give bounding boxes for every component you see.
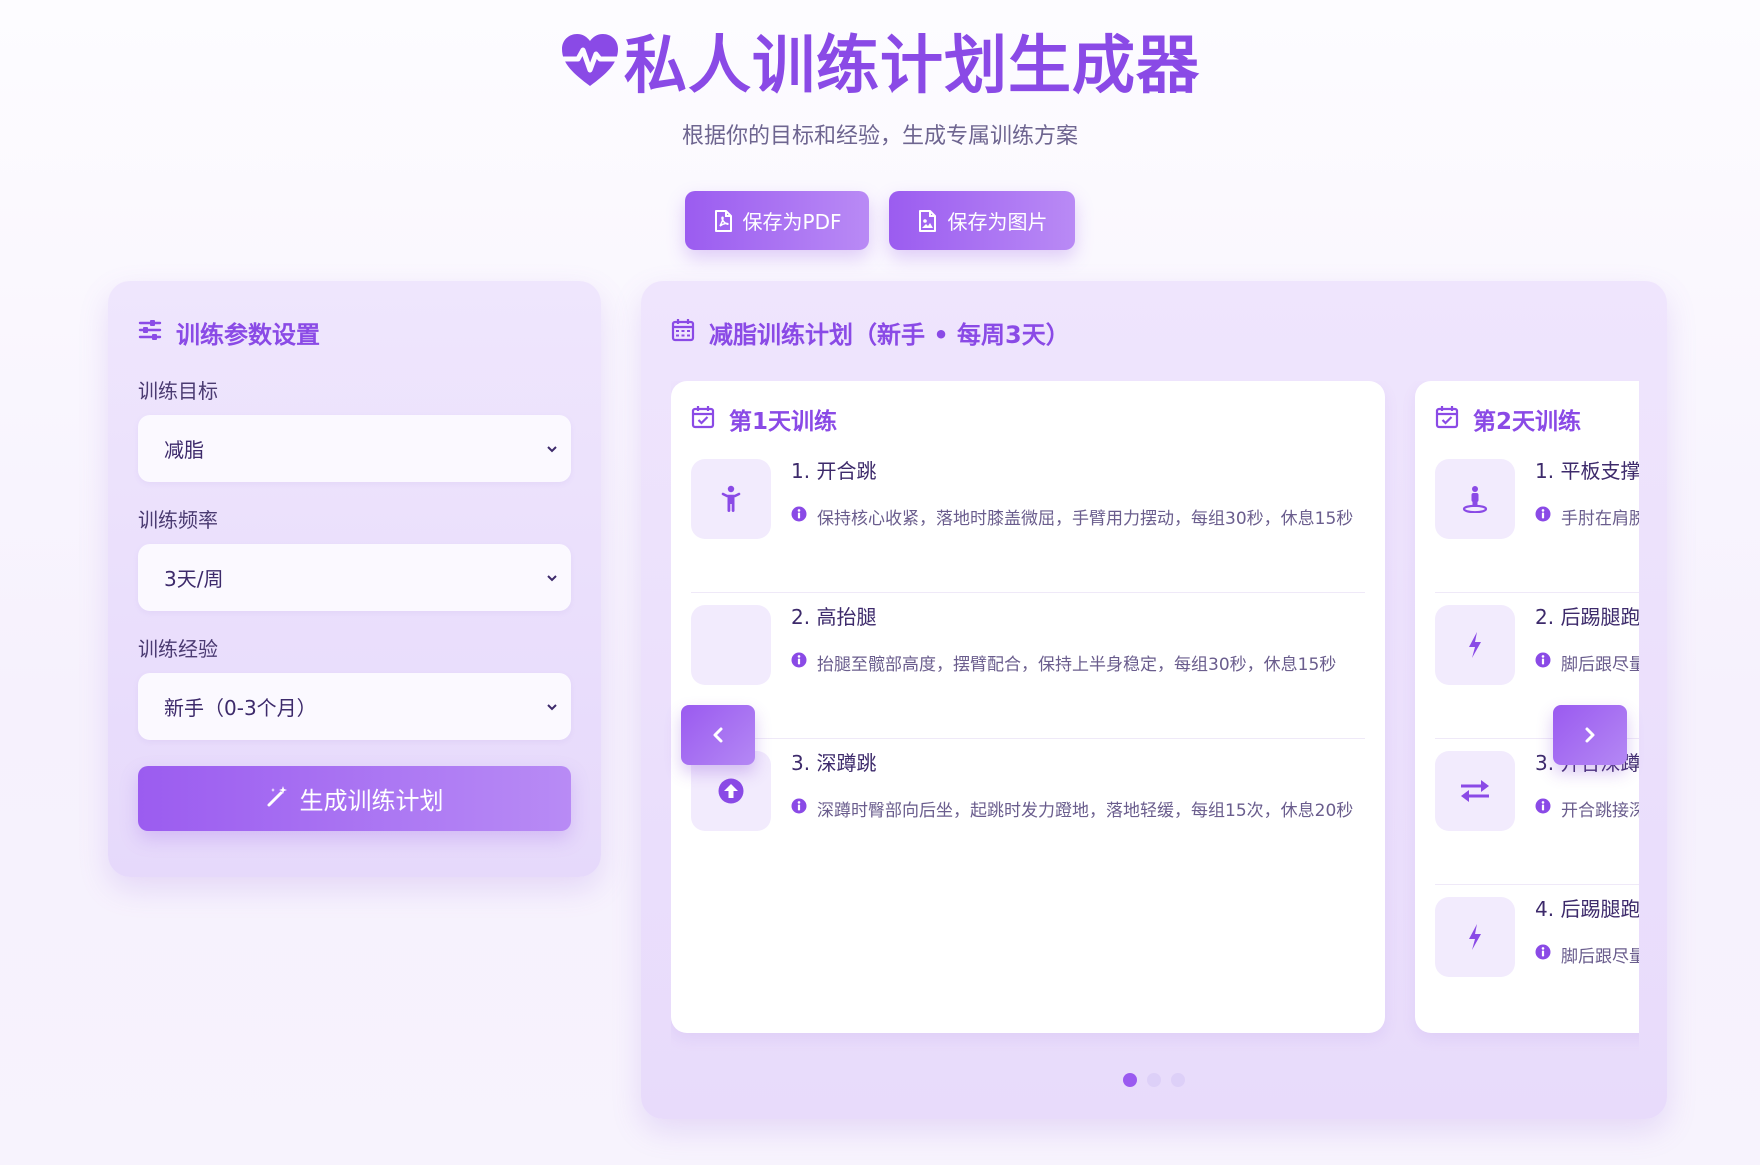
bolt-icon xyxy=(1435,897,1515,977)
frequency-label: 训练频率 xyxy=(138,508,218,532)
exercise-item: 1. 平板支撑 手肘在肩膀 xyxy=(1435,447,1639,593)
sliders-icon xyxy=(138,319,162,345)
pagination-dot[interactable] xyxy=(1171,1073,1185,1087)
info-circle-icon xyxy=(1535,944,1551,965)
save-image-button[interactable]: 保存为图片 xyxy=(889,191,1076,250)
chevron-down-icon xyxy=(547,703,557,710)
exercise-tip: 开合跳接深 xyxy=(1535,796,1639,821)
plan-header: 减脂训练计划（新手 • 每周3天） xyxy=(671,311,1637,353)
pagination-dot[interactable] xyxy=(1147,1073,1161,1087)
bolt-icon xyxy=(1435,605,1515,685)
page-subtitle: 根据你的目标和经验，生成专属训练方案 xyxy=(681,124,1078,149)
save-image-label: 保存为图片 xyxy=(947,210,1048,234)
day-title: 第2天训练 xyxy=(1473,409,1582,435)
info-circle-icon xyxy=(1535,798,1551,819)
pagination-dot[interactable] xyxy=(1123,1073,1137,1087)
exercise-icon-placeholder xyxy=(691,605,771,685)
exercise-tip: 手肘在肩膀 xyxy=(1535,504,1639,529)
frequency-select[interactable]: 3天/周 xyxy=(138,544,571,611)
calendar-icon xyxy=(671,318,695,346)
day-title: 第1天训练 xyxy=(729,409,838,435)
info-circle-icon xyxy=(791,652,807,673)
carousel-pagination xyxy=(641,1073,1667,1087)
goal-select[interactable]: 减脂 xyxy=(138,415,571,482)
day-header: 第1天训练 xyxy=(691,401,1365,437)
save-pdf-label: 保存为PDF xyxy=(742,210,842,234)
exercise-tip-text: 脚后跟尽量 xyxy=(1561,655,1639,675)
file-pdf-icon xyxy=(713,209,733,232)
exercise-name: 4. 后踢腿跑 xyxy=(1535,897,1639,921)
magic-wand-icon xyxy=(266,784,290,814)
info-circle-icon xyxy=(791,798,807,819)
exercise-tip: 保持核心收紧，落地时膝盖微屈，手臂用力摆动，每组30秒，休息15秒 xyxy=(791,504,1353,529)
goal-selected-value: 减脂 xyxy=(164,438,204,462)
calendar-check-icon xyxy=(691,405,715,433)
page-header: 私人训练计划生成器 根据你的目标和经验，生成专属训练方案 xyxy=(0,22,1760,150)
exercise-item: 1. 开合跳 保持核心收紧，落地时膝盖微屈，手臂用力摆动，每组30秒，休息15秒 xyxy=(691,447,1365,593)
exercise-tip: 深蹲时臀部向后坐，起跳时发力蹬地，落地轻缓，每组15次，休息20秒 xyxy=(791,796,1353,821)
exercise-name: 1. 开合跳 xyxy=(791,459,877,483)
exercise-tip: 脚后跟尽量 xyxy=(1535,942,1639,967)
day-header: 第2天训练 xyxy=(1435,401,1639,437)
file-image-icon xyxy=(917,209,937,232)
exercise-name: 3. 深蹲跳 xyxy=(791,751,877,775)
exercise-item: 4. 后踢腿跑 脚后跟尽量 xyxy=(1435,885,1639,1031)
chevron-down-icon xyxy=(547,445,557,452)
exercise-tip-text: 开合跳接深 xyxy=(1561,801,1639,821)
plan-title: 减脂训练计划（新手 • 每周3天） xyxy=(709,320,1070,349)
plan-panel: 减脂训练计划（新手 • 每周3天） 第1天训练 1. 开合跳 保持核心收紧，落地… xyxy=(641,281,1667,1119)
chevron-right-icon xyxy=(1585,727,1595,743)
heartbeat-icon xyxy=(560,32,620,88)
frequency-selected-value: 3天/周 xyxy=(164,567,224,591)
exercise-tip-text: 深蹲时臀部向后坐，起跳时发力蹬地，落地轻缓，每组15次，休息20秒 xyxy=(817,801,1354,821)
page-title: 私人训练计划生成器 xyxy=(624,28,1200,102)
exercise-tip: 脚后跟尽量 xyxy=(1535,650,1639,675)
experience-selected-value: 新手（0-3个月） xyxy=(164,696,317,720)
export-actions: 保存为PDF 保存为图片 xyxy=(0,191,1760,250)
settings-title: 训练参数设置 xyxy=(176,320,320,349)
exercise-name: 1. 平板支撑 xyxy=(1535,459,1639,483)
calendar-check-icon xyxy=(1435,405,1459,433)
person-icon xyxy=(691,459,771,539)
generate-plan-label: 生成训练计划 xyxy=(299,787,444,815)
info-circle-icon xyxy=(1535,652,1551,673)
exercise-item: 3. 深蹲跳 深蹲时臀部向后坐，起跳时发力蹬地，落地轻缓，每组15次，休息20秒 xyxy=(691,739,1365,885)
save-pdf-button[interactable]: 保存为PDF xyxy=(684,191,870,250)
street-view-icon xyxy=(1435,459,1515,539)
settings-header: 训练参数设置 xyxy=(138,311,571,353)
exercise-tip: 抬腿至髋部高度，摆臂配合，保持上半身稳定，每组30秒，休息15秒 xyxy=(791,650,1336,675)
title-row: 私人训练计划生成器 xyxy=(0,22,1760,102)
plan-carousel: 第1天训练 1. 开合跳 保持核心收紧，落地时膝盖微屈，手臂用力摆动，每组30秒… xyxy=(671,381,1639,1053)
goal-label: 训练目标 xyxy=(138,379,218,403)
experience-label: 训练经验 xyxy=(138,637,218,661)
exercise-tip-text: 手肘在肩膀 xyxy=(1561,509,1639,529)
exercise-name: 2. 后踢腿跑 xyxy=(1535,605,1639,629)
experience-select[interactable]: 新手（0-3个月） xyxy=(138,673,571,740)
day-card: 第1天训练 1. 开合跳 保持核心收紧，落地时膝盖微屈，手臂用力摆动，每组30秒… xyxy=(671,381,1385,1033)
exercise-name: 2. 高抬腿 xyxy=(791,605,877,629)
info-circle-icon xyxy=(1535,506,1551,527)
chevron-left-icon xyxy=(713,727,723,743)
settings-panel: 训练参数设置 训练目标 减脂 训练频率 3天/周 训练经验 新手（0-3个月） … xyxy=(108,281,601,877)
chevron-down-icon xyxy=(547,574,557,581)
generate-plan-button[interactable]: 生成训练计划 xyxy=(138,766,571,831)
exercise-tip-text: 抬腿至髋部高度，摆臂配合，保持上半身稳定，每组30秒，休息15秒 xyxy=(817,655,1337,675)
exchange-icon xyxy=(1435,751,1515,831)
exercise-tip-text: 脚后跟尽量 xyxy=(1561,947,1639,967)
info-circle-icon xyxy=(791,506,807,527)
carousel-next-button[interactable] xyxy=(1553,705,1627,765)
exercise-tip-text: 保持核心收紧，落地时膝盖微屈，手臂用力摆动，每组30秒，休息15秒 xyxy=(817,509,1354,529)
exercise-item: 2. 高抬腿 抬腿至髋部高度，摆臂配合，保持上半身稳定，每组30秒，休息15秒 xyxy=(691,593,1365,739)
carousel-prev-button[interactable] xyxy=(681,705,755,765)
